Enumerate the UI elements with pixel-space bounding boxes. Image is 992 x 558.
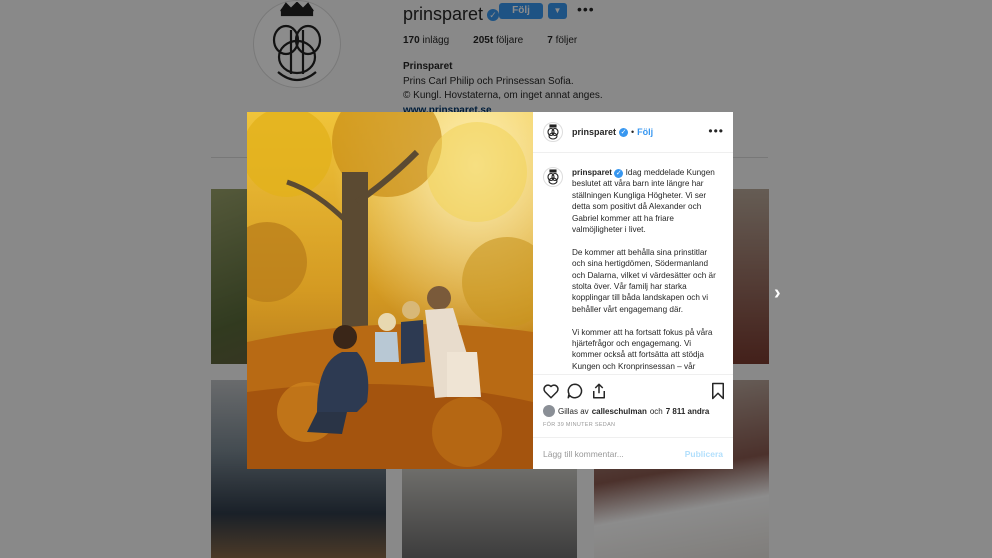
caption-paragraph: De kommer att behålla sina prinstitlar o… xyxy=(572,247,716,314)
divider xyxy=(533,437,733,438)
next-post-arrow-icon[interactable]: › xyxy=(774,282,781,305)
royal-monogram-icon xyxy=(547,169,559,185)
caption-paragraph: Idag meddelade Kungen beslutet att våra … xyxy=(572,168,715,235)
royal-monogram-icon xyxy=(547,124,559,140)
heart-icon[interactable] xyxy=(542,382,560,400)
post-follow-button[interactable]: Följ xyxy=(637,127,653,137)
comment-icon[interactable] xyxy=(566,382,584,400)
post-author-username[interactable]: prinsparet xyxy=(572,127,616,137)
caption-author-avatar[interactable] xyxy=(543,167,563,187)
publish-button[interactable]: Publicera xyxy=(685,449,723,459)
caption-username[interactable]: prinsparet xyxy=(572,168,612,177)
post-photo xyxy=(247,112,533,469)
likes-summary: Gillas av calleschulman och 7 811 andra xyxy=(543,405,709,417)
divider xyxy=(533,374,733,375)
post-timestamp[interactable]: FÖR 39 MINUTER SEDAN xyxy=(543,422,615,428)
liker-username[interactable]: calleschulman xyxy=(592,407,647,416)
comment-input[interactable]: Lägg till kommentar... xyxy=(543,449,624,459)
post-detail-panel: prinsparet ✓ • Följ ••• prinsparet ✓ Ida… xyxy=(533,112,733,469)
post-header: prinsparet ✓ • Följ ••• xyxy=(533,112,733,153)
bookmark-icon[interactable] xyxy=(710,382,726,400)
caption-paragraph: Vi kommer att ha fortsatt fokus på våra … xyxy=(572,327,713,371)
post-caption: prinsparet ✓ Idag meddelade Kungen beslu… xyxy=(543,167,727,372)
more-options-icon[interactable]: ••• xyxy=(708,124,724,138)
verified-badge-icon: ✓ xyxy=(614,169,624,178)
caption-text: prinsparet ✓ Idag meddelade Kungen beslu… xyxy=(572,167,718,372)
post-actions xyxy=(542,382,726,402)
likes-count[interactable]: 7 811 andra xyxy=(666,407,710,416)
liker-avatar[interactable] xyxy=(543,405,555,417)
post-author-avatar[interactable] xyxy=(543,122,563,142)
separator-dot: • xyxy=(631,127,635,137)
share-icon[interactable] xyxy=(590,382,608,400)
autumn-family-photo xyxy=(247,112,533,469)
verified-badge-icon: ✓ xyxy=(619,127,629,137)
